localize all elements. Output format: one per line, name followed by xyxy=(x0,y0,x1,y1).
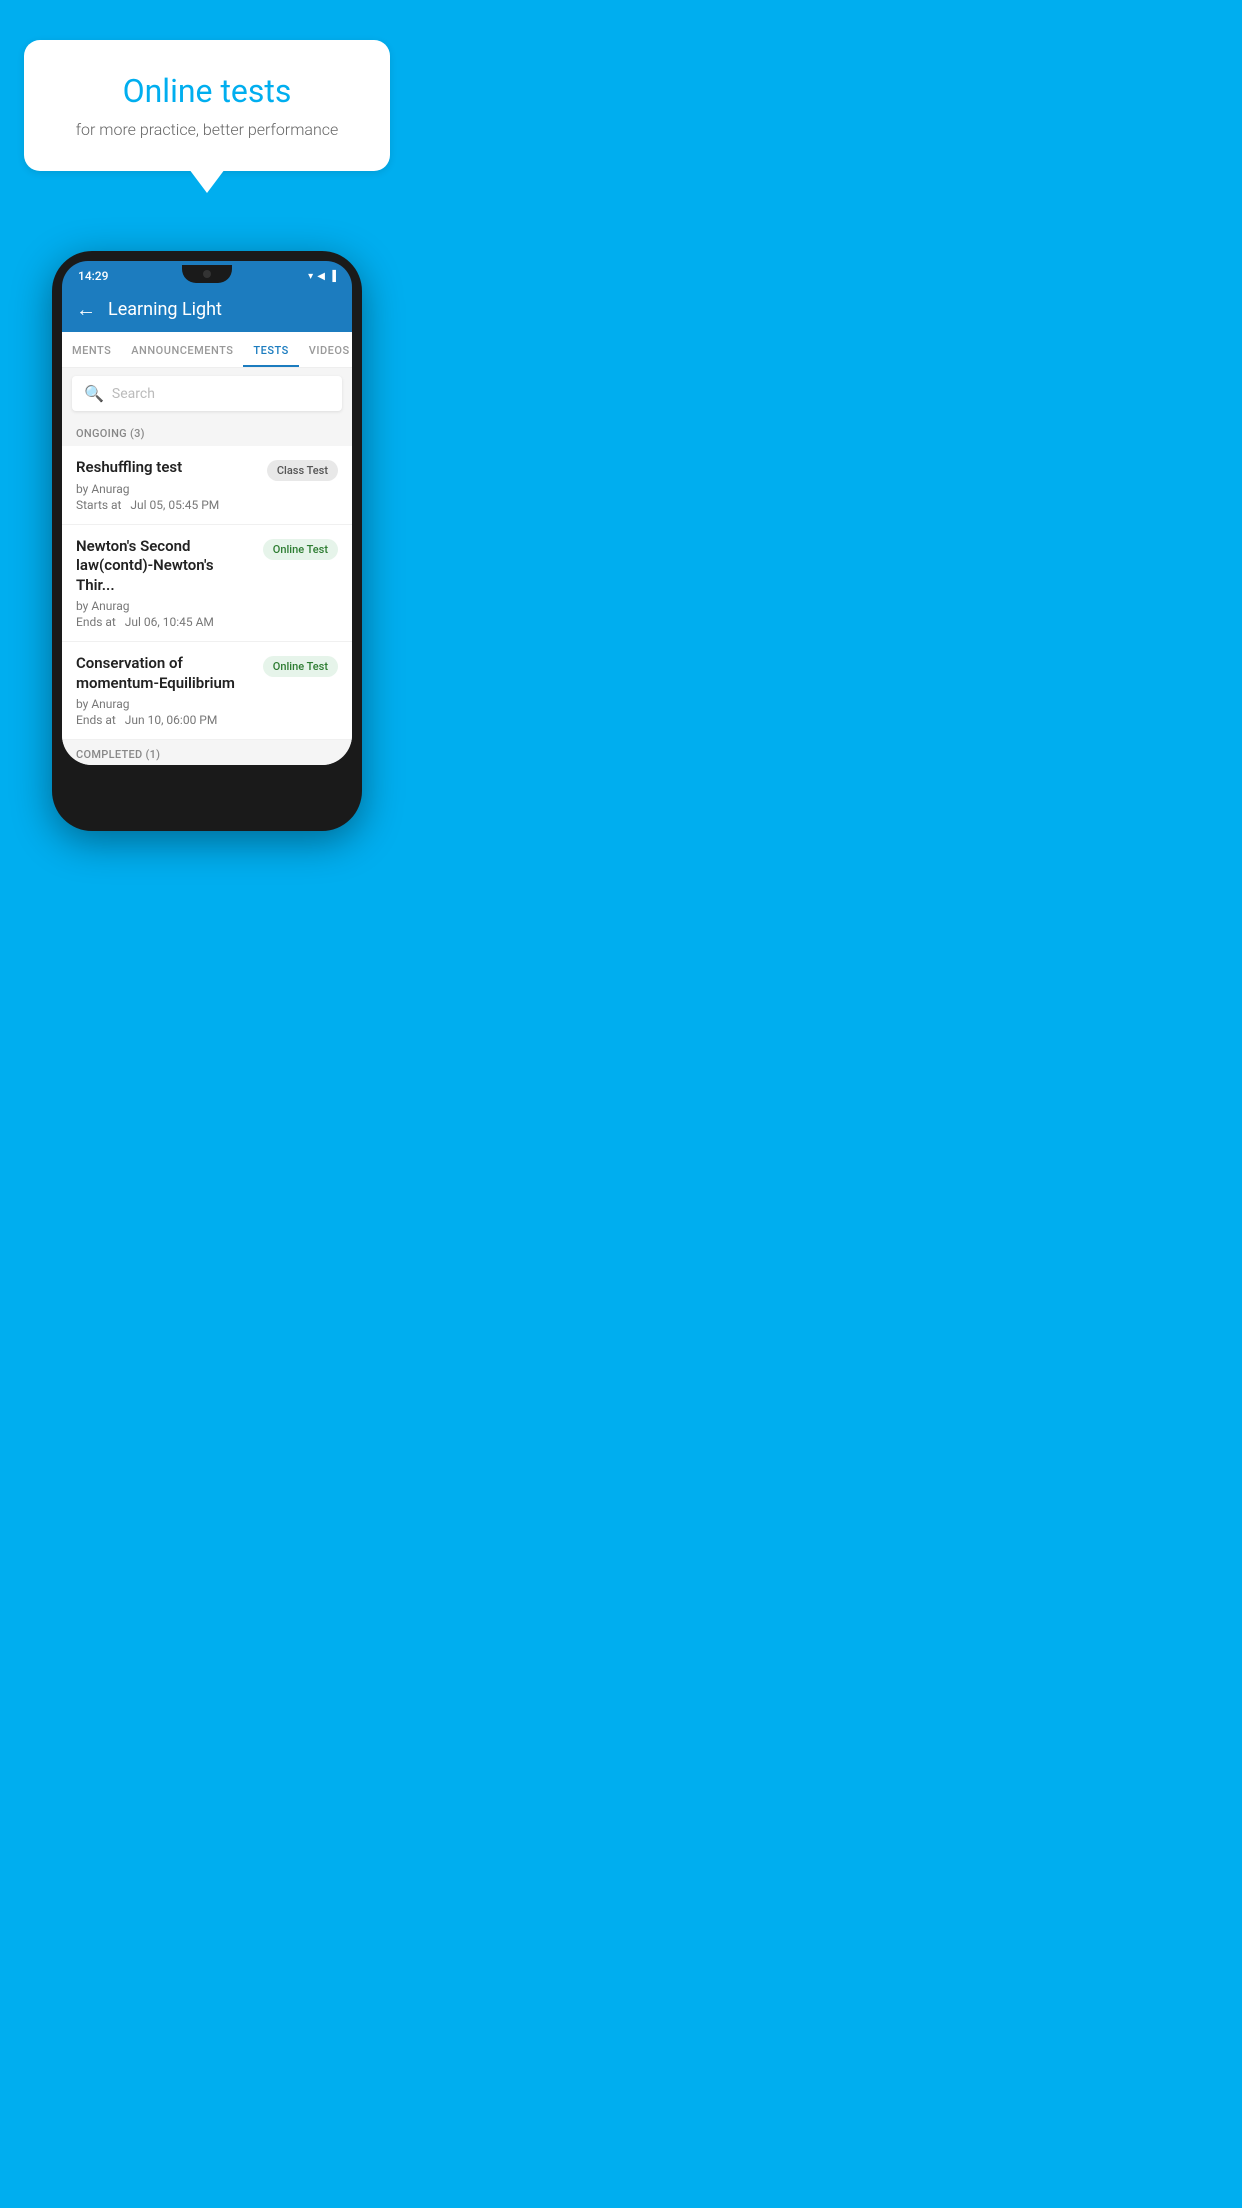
test-time-3: Ends at Jun 10, 06:00 PM xyxy=(76,713,253,727)
bubble-title: Online tests xyxy=(52,72,362,110)
test-badge-3: Online Test xyxy=(263,656,338,677)
search-bar[interactable]: 🔍 Search xyxy=(72,376,342,411)
phone-mockup: 14:29 ▾ ◀ ▐ ← Learning Light MENTS ANNOU… xyxy=(52,251,362,831)
test-badge-1: Class Test xyxy=(267,460,338,481)
test-title-2: Newton's Second law(contd)-Newton's Thir… xyxy=(76,537,253,596)
test-info-2: Newton's Second law(contd)-Newton's Thir… xyxy=(76,537,253,630)
bubble-subtitle: for more practice, better performance xyxy=(52,120,362,139)
test-info-1: Reshuffling test by Anurag Starts at Jul… xyxy=(76,458,257,512)
status-bar: 14:29 ▾ ◀ ▐ xyxy=(62,261,352,287)
search-placeholder: Search xyxy=(112,386,155,402)
phone-screen: MENTS ANNOUNCEMENTS TESTS VIDEOS 🔍 Searc… xyxy=(62,332,352,765)
status-time: 14:29 xyxy=(78,269,108,283)
battery-icon: ▐ xyxy=(329,271,336,282)
phone-wrapper: 14:29 ▾ ◀ ▐ ← Learning Light MENTS ANNOU… xyxy=(0,251,414,831)
tab-videos[interactable]: VIDEOS xyxy=(299,332,352,367)
tab-tests[interactable]: TESTS xyxy=(243,332,298,367)
speech-bubble: Online tests for more practice, better p… xyxy=(24,40,390,171)
test-title-3: Conservation of momentum-Equilibrium xyxy=(76,654,253,693)
back-button[interactable]: ← xyxy=(76,297,96,322)
test-item-3[interactable]: Conservation of momentum-Equilibrium by … xyxy=(62,642,352,740)
wifi-icon: ▾ xyxy=(308,271,313,282)
phone-notch xyxy=(182,265,232,283)
search-icon: 🔍 xyxy=(84,384,104,403)
test-title-1: Reshuffling test xyxy=(76,458,257,478)
test-item-1[interactable]: Reshuffling test by Anurag Starts at Jul… xyxy=(62,446,352,525)
tab-ments[interactable]: MENTS xyxy=(62,332,121,367)
test-author-2: by Anurag xyxy=(76,599,253,613)
test-info-3: Conservation of momentum-Equilibrium by … xyxy=(76,654,253,727)
app-header: ← Learning Light xyxy=(62,287,352,332)
completed-section-label: COMPLETED (1) xyxy=(62,740,352,765)
test-badge-2: Online Test xyxy=(263,539,338,560)
signal-icon: ◀ xyxy=(317,271,325,282)
tab-announcements[interactable]: ANNOUNCEMENTS xyxy=(121,332,243,367)
ongoing-section-label: ONGOING (3) xyxy=(62,419,352,446)
camera xyxy=(203,270,211,278)
test-author-3: by Anurag xyxy=(76,697,253,711)
tabs-bar: MENTS ANNOUNCEMENTS TESTS VIDEOS xyxy=(62,332,352,368)
test-list: Reshuffling test by Anurag Starts at Jul… xyxy=(62,446,352,740)
test-author-1: by Anurag xyxy=(76,482,257,496)
hero-section: Online tests for more practice, better p… xyxy=(0,0,414,201)
test-time-1: Starts at Jul 05, 05:45 PM xyxy=(76,498,257,512)
test-time-2: Ends at Jul 06, 10:45 AM xyxy=(76,615,253,629)
app-title: Learning Light xyxy=(108,299,222,320)
test-item-2[interactable]: Newton's Second law(contd)-Newton's Thir… xyxy=(62,525,352,643)
status-icons: ▾ ◀ ▐ xyxy=(308,271,336,282)
